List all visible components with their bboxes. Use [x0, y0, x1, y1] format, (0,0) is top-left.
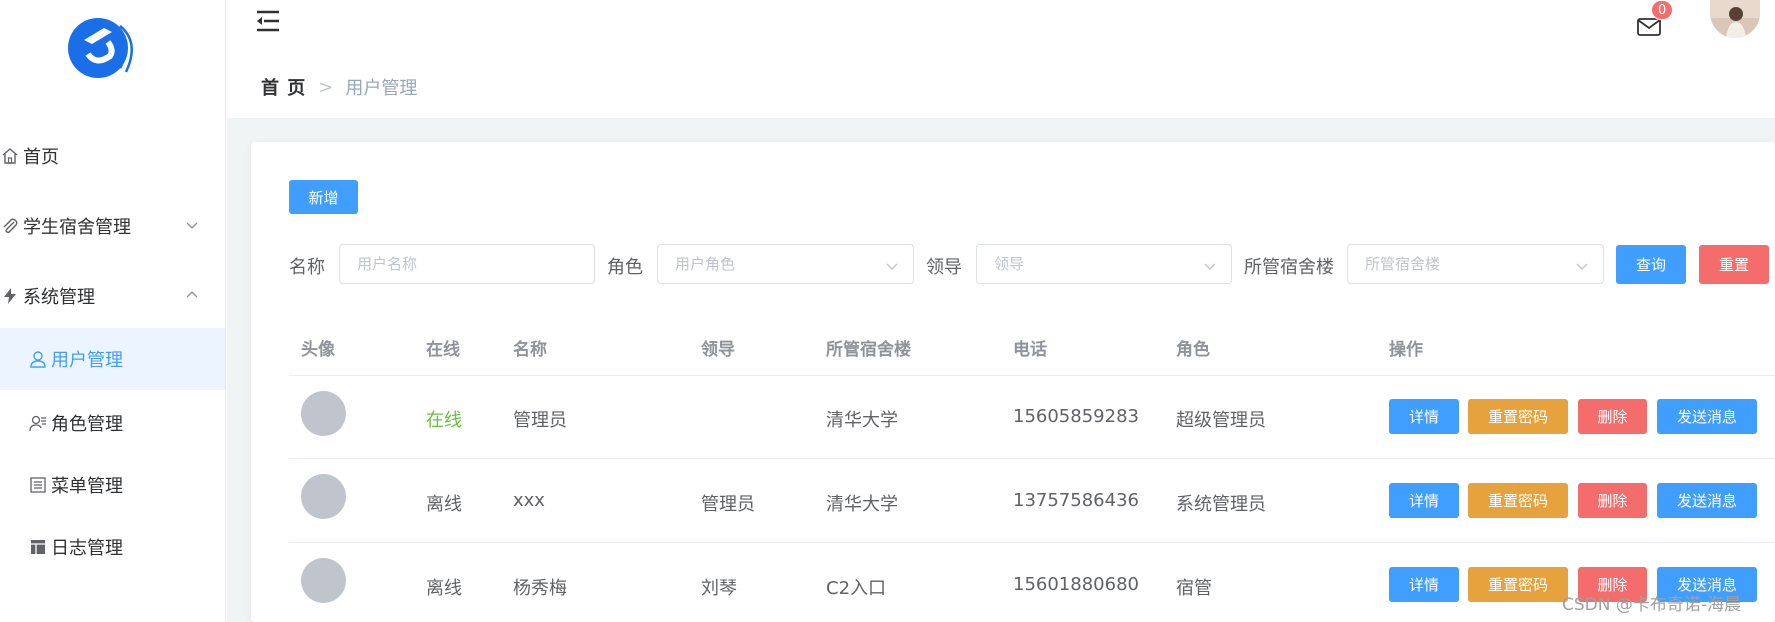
breadcrumb-home[interactable]: 首 页 — [261, 74, 306, 100]
name-filter-label: 名称 — [289, 257, 325, 278]
row-divider — [289, 458, 1775, 459]
sidebar-item-users[interactable]: 用户管理 — [0, 328, 225, 390]
row-name: 杨秀梅 — [513, 578, 567, 599]
reset-password-button[interactable]: 重置密码 — [1468, 567, 1568, 602]
table-header-divider — [289, 375, 1775, 376]
th-online: 在线 — [426, 340, 460, 360]
send-message-button[interactable]: 发送消息 — [1657, 399, 1757, 434]
menu-item-label: 学生宿舍管理 — [23, 217, 131, 238]
row-avatar — [301, 558, 346, 603]
watermark: CSDN @卡布奇诺-海晨 — [1562, 595, 1742, 615]
header: 首 页 > 用户管理 — [227, 0, 1775, 118]
add-button[interactable]: 新增 — [289, 180, 358, 214]
th-role: 角色 — [1176, 340, 1210, 360]
row-phone: 15601880680 — [1013, 574, 1139, 595]
table-icon — [28, 537, 48, 557]
user-icon — [28, 349, 48, 369]
th-phone: 电话 — [1013, 340, 1047, 360]
th-leader: 领导 — [701, 340, 735, 360]
menu-item-label: 系统管理 — [23, 287, 95, 308]
row-role: 系统管理员 — [1176, 494, 1266, 515]
row-role: 超级管理员 — [1176, 410, 1266, 431]
collapse-menu-icon[interactable] — [255, 9, 281, 33]
th-avatar: 头像 — [301, 340, 335, 360]
role-select[interactable] — [657, 244, 914, 284]
chevron-down-icon — [886, 263, 898, 270]
menu-item-home[interactable]: 首页 — [0, 126, 225, 186]
th-actions: 操作 — [1389, 340, 1423, 360]
th-building: 所管宿舍楼 — [826, 340, 911, 360]
breadcrumb: 首 页 > 用户管理 — [261, 74, 417, 100]
row-phone: 13757586436 — [1013, 490, 1139, 511]
detail-button[interactable]: 详情 — [1389, 567, 1459, 602]
row-online-status: 离线 — [426, 494, 462, 515]
reset-password-button[interactable]: 重置密码 — [1468, 399, 1568, 434]
sidebar-item-label: 日志管理 — [51, 538, 123, 559]
notification-badge: 0 — [1651, 0, 1674, 20]
leader-filter-label: 领导 — [926, 257, 962, 278]
row-role: 宿管 — [1176, 578, 1212, 599]
list-icon — [28, 475, 48, 495]
reset-password-button[interactable]: 重置密码 — [1468, 483, 1568, 518]
breadcrumb-current: 用户管理 — [345, 78, 418, 99]
sidebar-item-menus[interactable]: 菜单管理 — [0, 454, 225, 516]
row-divider — [289, 542, 1775, 543]
app-root: 首页 学生宿舍管理 系统管理 用户管理 角色管理 菜单管理 日志管理 首 页 >… — [0, 0, 1775, 622]
leader-select[interactable] — [976, 244, 1232, 284]
row-name: 管理员 — [513, 410, 567, 431]
role-filter-label: 角色 — [607, 257, 643, 278]
building-filter-label: 所管宿舍楼 — [1244, 257, 1334, 278]
sidebar-item-label: 用户管理 — [51, 350, 123, 371]
chevron-up-icon — [186, 291, 198, 298]
chevron-down-icon — [1204, 263, 1216, 270]
logo-icon — [68, 18, 133, 78]
delete-button[interactable]: 删除 — [1578, 483, 1647, 518]
name-input[interactable] — [339, 244, 595, 284]
send-message-button[interactable]: 发送消息 — [1657, 483, 1757, 518]
row-name: xxx — [513, 490, 545, 511]
chevron-down-icon — [1576, 263, 1588, 270]
delete-button[interactable]: 删除 — [1578, 399, 1647, 434]
sidebar-item-logs[interactable]: 日志管理 — [0, 516, 225, 578]
row-leader: 管理员 — [701, 494, 755, 515]
row-online-status: 离线 — [426, 578, 462, 599]
detail-button[interactable]: 详情 — [1389, 399, 1459, 434]
lightning-icon — [0, 286, 20, 306]
row-online-status: 在线 — [426, 410, 462, 431]
home-icon — [0, 146, 20, 166]
user-list-icon — [28, 413, 48, 433]
row-building: 清华大学 — [826, 494, 898, 515]
breadcrumb-separator: > — [318, 76, 334, 98]
building-select[interactable] — [1347, 244, 1604, 284]
row-building: C2入口 — [826, 578, 887, 599]
row-phone: 15605859283 — [1013, 406, 1139, 427]
row-leader: 刘琴 — [701, 578, 737, 599]
row-avatar — [301, 391, 346, 436]
row-avatar — [301, 474, 346, 519]
sidebar-item-label: 菜单管理 — [51, 476, 123, 497]
paperclip-icon — [0, 216, 20, 236]
sidebar-item-label: 角色管理 — [51, 414, 123, 435]
reset-button[interactable]: 重置 — [1699, 245, 1769, 284]
search-button[interactable]: 查询 — [1616, 245, 1686, 284]
chevron-down-icon — [186, 222, 198, 229]
menu-item-dorm[interactable]: 学生宿舍管理 — [0, 196, 225, 256]
menu-item-label: 首页 — [23, 147, 59, 168]
content-card — [251, 142, 1775, 622]
row-building: 清华大学 — [826, 410, 898, 431]
detail-button[interactable]: 详情 — [1389, 483, 1459, 518]
th-name: 名称 — [513, 340, 547, 360]
sidebar-item-roles[interactable]: 角色管理 — [0, 392, 225, 454]
sidebar: 首页 学生宿舍管理 系统管理 用户管理 角色管理 菜单管理 日志管理 — [0, 0, 226, 622]
menu-item-system[interactable]: 系统管理 — [0, 266, 225, 326]
